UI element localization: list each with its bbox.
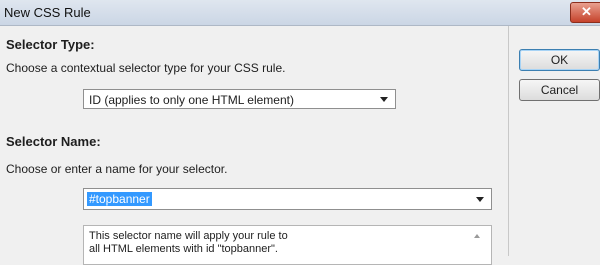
selector-type-value: ID (applies to only one HTML element) [89,93,294,107]
selector-type-dropdown[interactable]: ID (applies to only one HTML element) [83,89,396,109]
selector-info-text: This selector name will apply your rule … [89,230,288,255]
selector-type-description: Choose a contextual selector type for yo… [6,61,286,75]
cancel-button[interactable]: Cancel [519,79,600,101]
close-button[interactable]: ✕ [570,2,600,23]
dialog-panel: Selector Type: Choose a contextual selec… [0,26,508,265]
selector-name-heading: Selector Name: [6,134,101,149]
title-bar: New CSS Rule ✕ [0,0,600,26]
window-title: New CSS Rule [4,5,91,20]
chevron-down-icon[interactable] [476,197,484,202]
selector-type-heading: Selector Type: [6,37,95,52]
ok-button[interactable]: OK [519,49,600,71]
chevron-down-icon [380,97,388,102]
close-icon: ✕ [581,4,592,19]
scroll-up-arrow-icon[interactable] [474,234,480,238]
selector-info-box: This selector name will apply your rule … [83,225,492,265]
selector-name-combobox[interactable]: #topbanner [83,188,492,210]
selector-name-input[interactable]: #topbanner [87,192,152,206]
selector-name-description: Choose or enter a name for your selector… [6,162,228,176]
